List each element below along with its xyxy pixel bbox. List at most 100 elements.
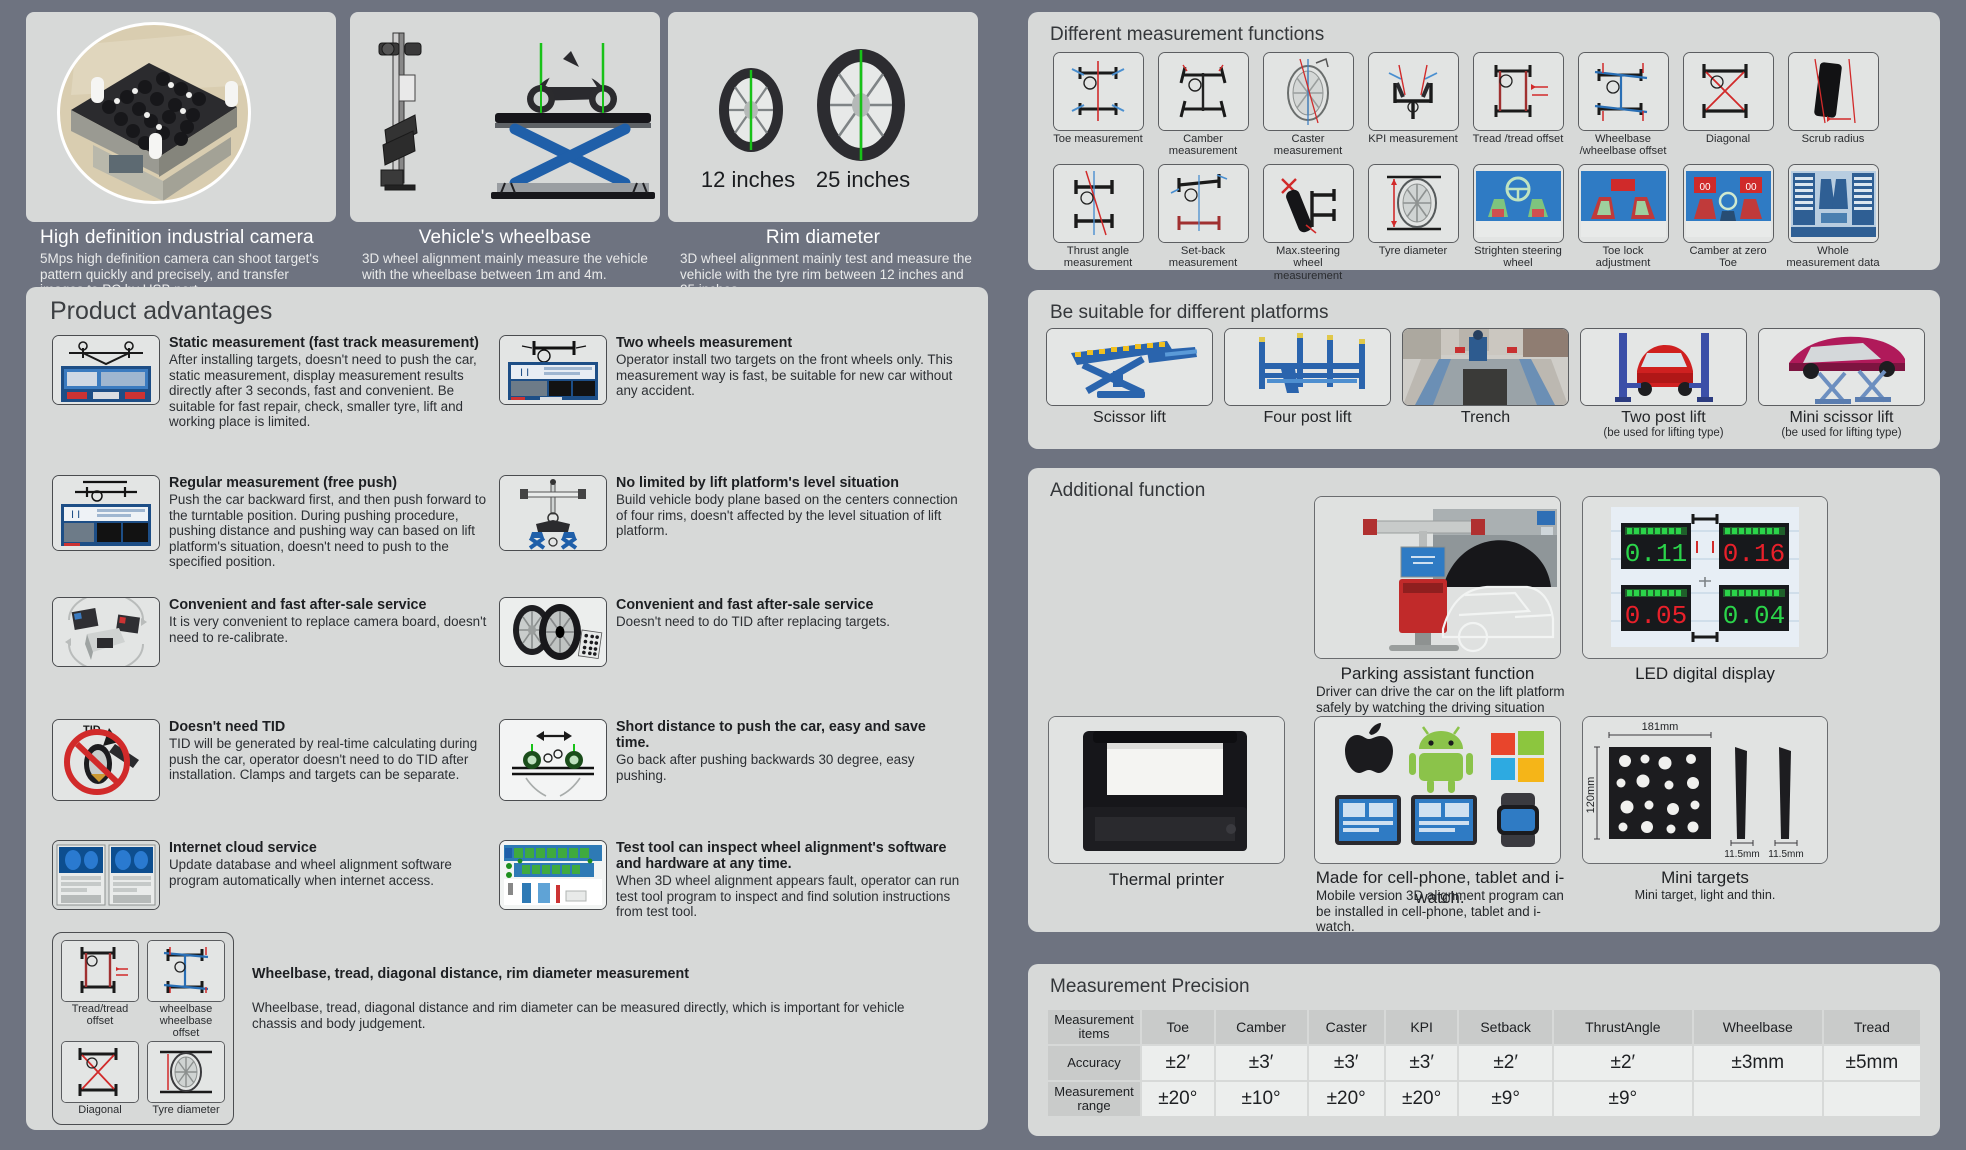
advantage-body: Go back after pushing backwards 30 degre…: [616, 752, 915, 783]
precision-panel: Measurement Precision Measurement items …: [1028, 964, 1940, 1136]
col-wheelbase: Wheelbase: [1693, 1010, 1822, 1044]
advantage-body: Update database and wheel alignment soft…: [169, 857, 452, 888]
fn-camber[interactable]: Camber measurement: [1155, 52, 1251, 158]
fn-tyre-diameter[interactable]: Tyre diameter: [1365, 164, 1461, 282]
range-toe: ±20°: [1142, 1082, 1214, 1116]
range-tread: [1823, 1082, 1920, 1116]
diagonal-fn-icon: [1682, 52, 1774, 131]
advantage-item: No limited by lift platform's level situ…: [499, 475, 961, 551]
svg-text:I I: I I: [520, 367, 529, 379]
platform-sub: (be used for lifting type): [1781, 427, 1902, 439]
table-header-row: Measurement items Toe Camber Caster KPI …: [1048, 1010, 1920, 1044]
card-hd-camera-title: High definition industrial camera: [40, 227, 314, 248]
advantage-heading: Static measurement (fast track measureme…: [169, 335, 479, 351]
toe-lock-adjustment-icon: [1577, 164, 1669, 243]
fn-label: Toe measurement: [1053, 133, 1143, 145]
caster-measurement-icon: [1262, 52, 1354, 131]
accuracy-caster: ±3′: [1308, 1046, 1384, 1080]
mobile-devices-desc: Mobile version 3D alignment program can …: [1316, 888, 1564, 935]
svg-text:I I: I I: [71, 509, 80, 521]
toe-measurement-icon: [1052, 52, 1144, 131]
fn-whole-measurement-data[interactable]: Whole measurement data: [1785, 164, 1881, 282]
platform-label: Two post lift: [1621, 409, 1706, 426]
strighten-steering-wheel-icon: [1472, 164, 1564, 243]
wtd-label: Tyre diameter: [152, 1104, 220, 1116]
fn-tread-offset[interactable]: Tread /tread offset: [1470, 52, 1566, 158]
additional-function-title: Additional function: [1050, 480, 1206, 501]
advantage-heading: Two wheels measurement: [616, 335, 793, 351]
fn-label: Diagonal: [1705, 133, 1751, 145]
test-tool-icon: [499, 840, 607, 910]
fn-label: KPI measurement: [1368, 133, 1458, 145]
fn-wheelbase-offset[interactable]: Wheelbase /wheelbase offset: [1575, 52, 1671, 158]
accuracy-tread: ±5mm: [1823, 1046, 1920, 1080]
thrust-angle-icon: [1052, 164, 1144, 243]
product-advantages-title: Product advantages: [50, 297, 273, 325]
platform-mini-scissor-lift[interactable]: Mini scissor lift (be used for lifting t…: [1758, 328, 1925, 439]
short-push-distance-icon: [499, 719, 607, 801]
platforms-panel: Be suitable for different platforms Scis…: [1028, 290, 1940, 449]
col-measurement-items: Measurement items: [1048, 1010, 1140, 1044]
advantage-heading: Internet cloud service: [169, 840, 317, 856]
regular-measurement-icon: I I: [52, 475, 160, 551]
col-toe: Toe: [1142, 1010, 1214, 1044]
card-vehicle-wheelbase-desc: 3D wheel alignment mainly measure the ve…: [362, 251, 648, 282]
platform-trench[interactable]: Trench: [1402, 328, 1569, 439]
platform-two-post-lift[interactable]: Two post lift (be used for lifting type): [1580, 328, 1747, 439]
tread-offset-cell: Tread/tread offset: [59, 940, 141, 1039]
advantage-body: Build vehicle body plane based on the ce…: [616, 492, 958, 539]
mini-target-dim-top: 181mm: [1642, 721, 1679, 733]
tyre-diameter-icon: [147, 1041, 225, 1103]
platform-label: Scissor lift: [1093, 409, 1166, 426]
measurement-functions-row-1: Toe measurement Camber measurement Caste…: [1050, 52, 1881, 158]
fn-set-back[interactable]: Set-back measurement: [1155, 164, 1251, 282]
fn-caster[interactable]: Caster measurement: [1260, 52, 1356, 158]
advantage-item: Short distance to push the car, easy and…: [499, 719, 961, 801]
two-wheels-measurement-icon: I I: [499, 335, 607, 405]
mobile-devices-image: [1314, 716, 1561, 864]
accuracy-setback: ±2′: [1459, 1046, 1552, 1080]
fn-label: Strighten steering wheel: [1474, 245, 1562, 270]
measurement-functions-row-2: Thrust angle measurement Set-back measur…: [1050, 164, 1881, 282]
fn-scrub-radius[interactable]: Scrub radius: [1785, 52, 1881, 158]
advantage-item: Internet cloud service Update database a…: [52, 840, 492, 910]
advantage-body: Operator install two targets on the fron…: [616, 352, 953, 399]
accuracy-wheelbase: ±3mm: [1693, 1046, 1822, 1080]
camber-at-zero-toe-icon: 00 00: [1682, 164, 1774, 243]
platform-four-post-lift[interactable]: Four post lift: [1224, 328, 1391, 439]
thermal-printer-caption: Thermal printer: [1108, 870, 1225, 889]
fn-label: Set-back measurement: [1168, 245, 1238, 270]
precision-table: Measurement items Toe Camber Caster KPI …: [1046, 1008, 1922, 1118]
advantage-body: Doesn't need to do TID after replacing t…: [616, 614, 890, 629]
fn-toe[interactable]: Toe measurement: [1050, 52, 1146, 158]
fn-diagonal[interactable]: Diagonal: [1680, 52, 1776, 158]
range-caster: ±20°: [1308, 1082, 1384, 1116]
col-camber: Camber: [1215, 1010, 1307, 1044]
measurement-functions-title: Different measurement functions: [1050, 24, 1325, 45]
fn-label: Whole measurement data: [1786, 245, 1880, 270]
fn-label: Caster measurement: [1273, 133, 1343, 158]
fn-camber-at-zero-toe[interactable]: 00 00 Camber at zero Toe: [1680, 164, 1776, 282]
platform-scissor-lift[interactable]: Scissor lift: [1046, 328, 1213, 439]
static-measurement-icon: [52, 335, 160, 405]
fn-label: Tyre diameter: [1378, 245, 1448, 257]
fn-toe-lock-adjustment[interactable]: Toe lock adjustment: [1575, 164, 1671, 282]
card-rim-diameter-title: Rim diameter: [765, 227, 881, 248]
fn-label: Wheelbase /wheelbase offset: [1579, 133, 1667, 158]
fn-thrust-angle[interactable]: Thrust angle measurement: [1050, 164, 1146, 282]
accuracy-toe: ±2′: [1142, 1046, 1214, 1080]
card-rim-diameter: 12 inches 25 inches Rim diameter 3D whee…: [668, 12, 978, 298]
fn-strighten-steering-wheel[interactable]: Strighten steering wheel: [1470, 164, 1566, 282]
fn-kpi[interactable]: KPI measurement: [1365, 52, 1461, 158]
mini-target-dim-left: 120mm: [1585, 777, 1597, 814]
product-advantages-panel: Product advantages Static measurement (f…: [26, 287, 988, 1130]
diagonal-cell: Diagonal: [59, 1041, 141, 1116]
accuracy-thrust-angle: ±2′: [1553, 1046, 1692, 1080]
advantage-item: I I Regular measurement (free push) Push…: [52, 475, 492, 570]
tread-tread-offset-icon: [61, 940, 139, 1002]
rim-diameter-image: 12 inches 25 inches: [668, 12, 978, 222]
no-tid-icon: TID: [52, 719, 160, 801]
led-value-2: 0.05: [1625, 601, 1687, 631]
fn-label: Thrust angle measurement: [1063, 245, 1133, 270]
fn-max-steering-wheel[interactable]: Max.steering wheel measurement: [1260, 164, 1356, 282]
